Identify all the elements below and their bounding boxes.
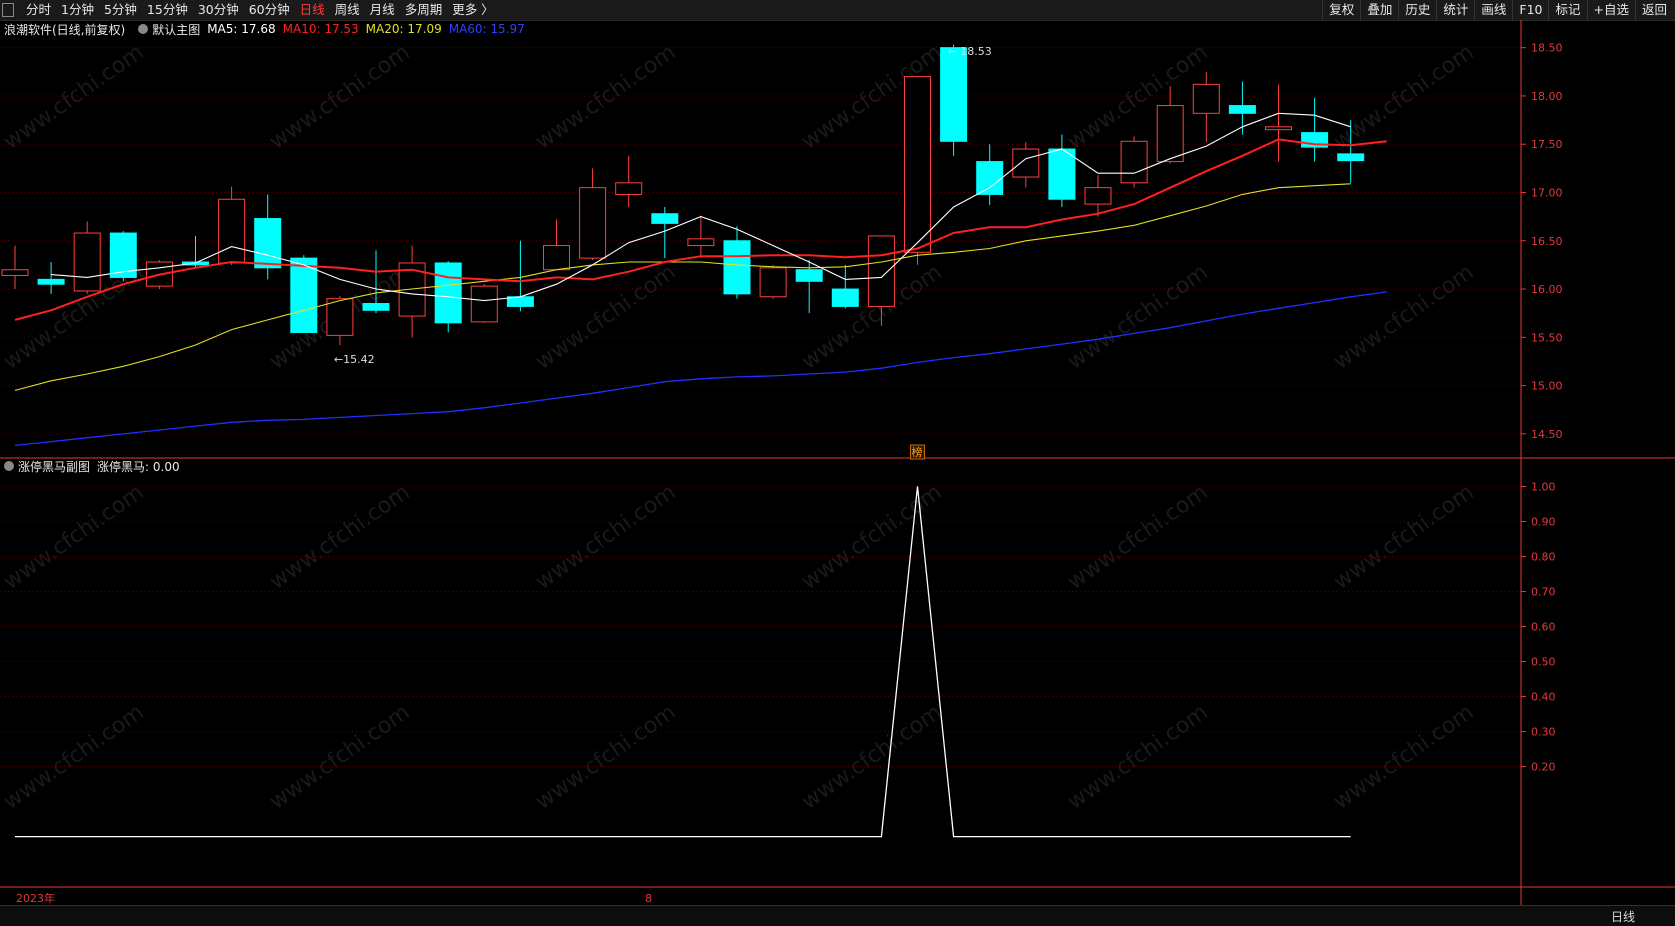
watermark-text: www.cfchi.com [531, 700, 680, 815]
bottom-status-bar: 日线 [0, 905, 1675, 926]
price-tick-label: 15.50 [1531, 331, 1563, 344]
candle-up [615, 182, 643, 195]
candle-up [1156, 105, 1184, 163]
ma20-line [14, 183, 1351, 391]
watermark-text: www.cfchi.com [531, 480, 680, 595]
candle-up [1120, 140, 1148, 184]
date-axis-year: 2023年 [16, 891, 55, 905]
price-tick-label: 16.00 [1531, 283, 1563, 296]
candle-down [1228, 105, 1256, 114]
candle-down [831, 288, 859, 307]
candle-down [254, 218, 282, 269]
current-period-label: 日线 [1610, 910, 1635, 924]
watermark-text: www.cfchi.com [1063, 480, 1212, 595]
sub-tick-label: 0.20 [1531, 761, 1556, 774]
candle-up [867, 235, 895, 307]
candle-down [651, 213, 679, 224]
leaderboard-marker[interactable]: 榜 [912, 445, 923, 459]
price-tick-label: 15.00 [1531, 380, 1563, 393]
sub-tick-label: 0.60 [1531, 621, 1556, 634]
kline-chart[interactable]: www.cfchi.com www.cfchi.com www.cfchi.com w… [0, 0, 1675, 925]
sub-tick-label: 0.90 [1531, 516, 1556, 529]
candle-down [434, 262, 462, 324]
candle-up [326, 298, 354, 336]
sub-tick-label: 0.40 [1531, 691, 1556, 704]
grid-lines [0, 47, 1521, 768]
price-tick-label: 18.50 [1531, 42, 1563, 55]
price-tick-label: 16.50 [1531, 235, 1563, 248]
watermark-text: www.cfchi.com [265, 700, 414, 815]
sub-tick-label: 0.70 [1531, 586, 1556, 599]
candle-down [795, 269, 823, 282]
low-price-marker: ←15.42 [334, 353, 375, 366]
candle-down [362, 303, 390, 311]
watermark-text: www.cfchi.com [1329, 700, 1478, 815]
candle-up [759, 267, 787, 298]
watermark-text: www.cfchi.com [1063, 700, 1212, 815]
watermark-text: www.cfchi.com [531, 40, 680, 155]
candle-down [940, 47, 968, 142]
price-tick-label: 18.00 [1531, 90, 1563, 103]
watermark-text: www.cfchi.com [265, 480, 414, 595]
high-price-marker: ← 18.53 [948, 45, 992, 58]
watermark-layer: www.cfchi.com www.cfchi.com www.cfchi.com w… [0, 40, 1479, 815]
candle-up [1265, 126, 1292, 131]
ma60-line [14, 291, 1387, 447]
sub-tick-label: 0.80 [1531, 551, 1556, 564]
ma5-line [51, 112, 1351, 302]
candle-up [470, 285, 498, 323]
sub-tick-label: 0.30 [1531, 726, 1556, 739]
price-tick-label: 17.50 [1531, 138, 1563, 151]
watermark-text: www.cfchi.com [0, 40, 149, 155]
main-price-panel[interactable] [1, 44, 1387, 447]
watermark-text: www.cfchi.com [1329, 260, 1478, 375]
candle-up [543, 245, 570, 271]
candle-up [1012, 148, 1040, 178]
candle-down [976, 161, 1004, 195]
candle-down [1337, 153, 1365, 162]
watermark-text: www.cfchi.com [1329, 40, 1478, 155]
watermark-text: www.cfchi.com [1063, 40, 1212, 155]
watermark-text: www.cfchi.com [0, 700, 149, 815]
candle-up [904, 76, 931, 253]
watermark-text: www.cfchi.com [797, 480, 946, 595]
candle-up [73, 232, 101, 292]
sub-tick-label: 1.00 [1531, 481, 1556, 494]
price-tick-label: 14.50 [1531, 428, 1563, 441]
sub-tick-label: 0.50 [1531, 656, 1556, 669]
watermark-text: www.cfchi.com [265, 40, 414, 155]
candle-up [1192, 83, 1220, 114]
candle-down [290, 257, 318, 333]
watermark-text: www.cfchi.com [1329, 480, 1478, 595]
candle-up [579, 187, 607, 259]
candle-up [218, 198, 246, 264]
price-tick-label: 17.00 [1531, 186, 1563, 199]
watermark-text: www.cfchi.com [797, 700, 946, 815]
candle-down [37, 278, 65, 285]
candle-up [1084, 187, 1112, 205]
date-axis-month: 8 [645, 892, 652, 905]
candle-up [687, 238, 715, 247]
watermark-text: www.cfchi.com [0, 480, 149, 595]
candle-down [1048, 148, 1076, 200]
candle-down [723, 240, 751, 295]
watermark-text: www.cfchi.com [1063, 260, 1212, 375]
candle-up [1, 269, 29, 277]
